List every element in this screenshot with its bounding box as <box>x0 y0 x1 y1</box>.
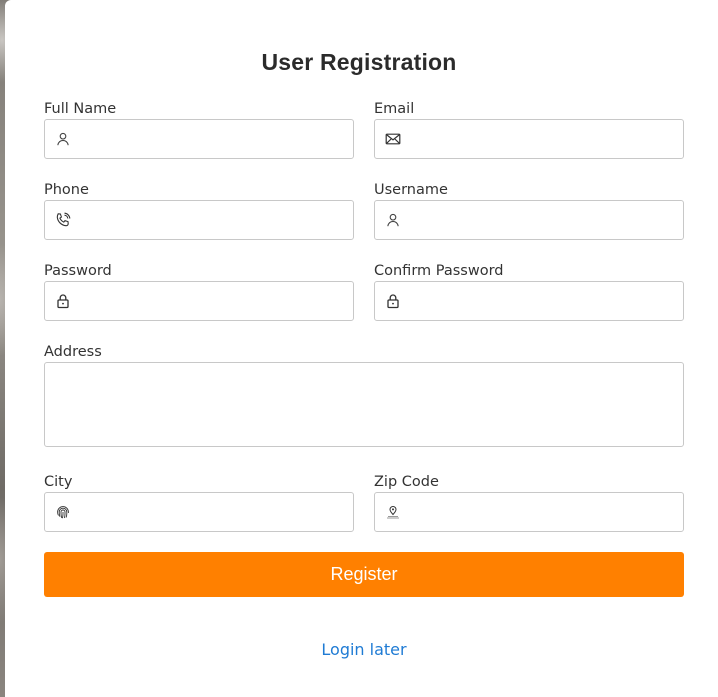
map-pin-icon <box>385 504 401 520</box>
city-field-box <box>44 492 354 532</box>
email-label: Email <box>374 101 415 117</box>
password-field-box <box>44 281 354 321</box>
fingerprint-icon <box>55 504 71 520</box>
email-field-box <box>374 119 684 159</box>
phone-input[interactable] <box>77 201 347 239</box>
username-field-box <box>374 200 684 240</box>
zip-code-field-box <box>374 492 684 532</box>
confirm-password-group: Confirm Password <box>374 261 684 321</box>
confirm-password-input[interactable] <box>407 282 677 320</box>
confirm-password-field-box <box>374 281 684 321</box>
city-input[interactable] <box>77 493 347 531</box>
register-button[interactable]: Register <box>44 552 684 597</box>
lock-icon <box>55 293 71 309</box>
lock-icon <box>385 293 401 309</box>
password-label: Password <box>44 263 112 279</box>
phone-group: Phone <box>44 180 354 240</box>
address-textarea[interactable] <box>44 362 684 447</box>
zip-code-input[interactable] <box>407 493 677 531</box>
envelope-icon <box>385 131 401 147</box>
email-input[interactable] <box>407 120 677 158</box>
login-later-link[interactable]: Login later <box>0 640 718 659</box>
full-name-label: Full Name <box>44 101 117 117</box>
address-label: Address <box>44 344 102 360</box>
user-icon <box>55 131 71 147</box>
username-group: Username <box>374 180 684 240</box>
full-name-field-box <box>44 119 354 159</box>
username-label: Username <box>374 182 448 198</box>
phone-label: Phone <box>44 182 89 198</box>
full-name-input[interactable] <box>77 120 347 158</box>
full-name-group: Full Name <box>44 99 354 159</box>
zip-code-group: Zip Code <box>374 472 684 532</box>
phone-field-box <box>44 200 354 240</box>
phone-icon <box>55 212 71 228</box>
city-group: City <box>44 472 354 532</box>
password-group: Password <box>44 261 354 321</box>
city-label: City <box>44 474 73 490</box>
username-input[interactable] <box>407 201 677 239</box>
zip-code-label: Zip Code <box>374 474 439 490</box>
confirm-password-label: Confirm Password <box>374 263 504 279</box>
email-group: Email <box>374 99 684 159</box>
password-input[interactable] <box>77 282 347 320</box>
user-icon <box>385 212 401 228</box>
page-title: User Registration <box>261 49 457 75</box>
address-group: Address <box>44 342 684 451</box>
